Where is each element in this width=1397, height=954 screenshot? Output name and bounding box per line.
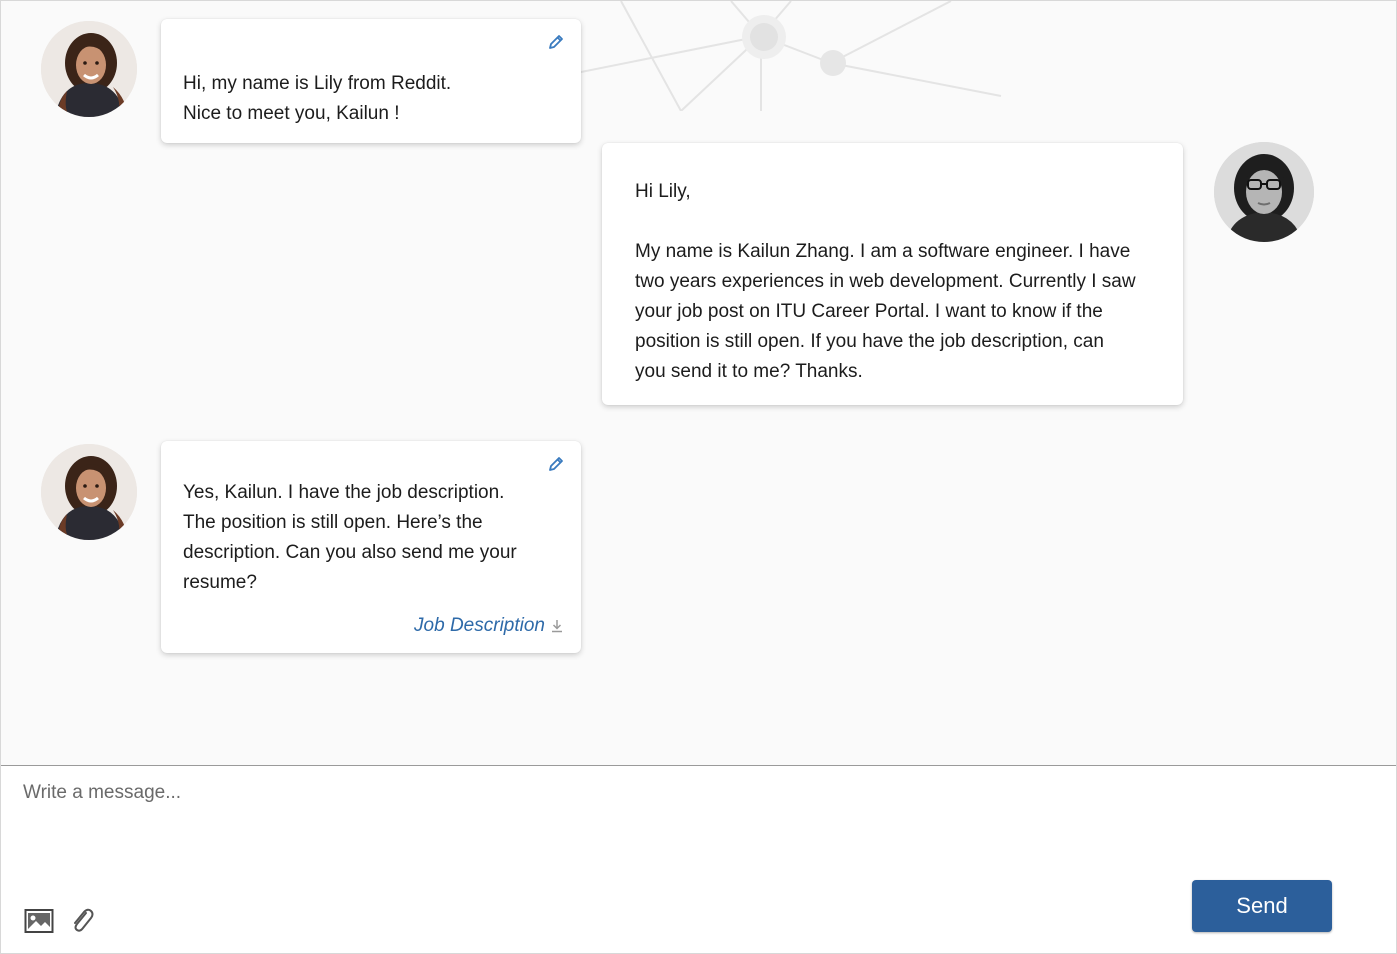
message-text: position is still open. If you have the … bbox=[635, 331, 1104, 352]
avatar-kailun-portrait bbox=[1214, 142, 1314, 242]
message-greeting: Hi Lily, bbox=[635, 181, 691, 202]
message-text: Nice to meet you, Kailun ! bbox=[183, 103, 400, 124]
message-text: you send it to me? Thanks. bbox=[635, 361, 863, 382]
message-text: resume? bbox=[183, 572, 257, 593]
avatar-kailun bbox=[1214, 142, 1314, 242]
attachment-label: Job Description bbox=[414, 615, 545, 636]
message-thread: Hi, my name is Lily from Reddit. Nice to… bbox=[1, 1, 1396, 765]
avatar-lily-portrait bbox=[41, 21, 137, 117]
message-text: description. Can you also send me your bbox=[183, 542, 517, 563]
avatar-lily-portrait bbox=[41, 444, 137, 540]
image-icon[interactable] bbox=[24, 908, 54, 934]
message-bubble-incoming: Hi, my name is Lily from Reddit. Nice to… bbox=[161, 19, 581, 143]
message-bubble-incoming: Yes, Kailun. I have the job description.… bbox=[161, 441, 581, 653]
message-text: My name is Kailun Zhang. I am a software… bbox=[635, 241, 1131, 262]
download-icon bbox=[552, 620, 562, 633]
message-bubble-outgoing: Hi Lily, My name is Kailun Zhang. I am a… bbox=[602, 143, 1183, 405]
send-button[interactable]: Send bbox=[1192, 880, 1332, 932]
message-text: The position is still open. Here’s the bbox=[183, 512, 483, 533]
edit-pencil-icon[interactable] bbox=[547, 455, 565, 473]
avatar-lily bbox=[41, 444, 137, 540]
message-text: Hi, my name is Lily from Reddit. bbox=[183, 73, 452, 94]
avatar-lily bbox=[41, 21, 137, 117]
chat-window: Hi, my name is Lily from Reddit. Nice to… bbox=[0, 0, 1397, 954]
edit-pencil-icon[interactable] bbox=[547, 33, 565, 51]
message-composer: Send bbox=[1, 765, 1396, 953]
message-text: two years experiences in web development… bbox=[635, 271, 1136, 292]
message-input[interactable] bbox=[21, 780, 1365, 874]
paperclip-icon[interactable] bbox=[69, 906, 95, 936]
job-description-attachment-link[interactable]: Job Description bbox=[414, 611, 563, 641]
message-text: your job post on ITU Career Portal. I wa… bbox=[635, 301, 1103, 322]
background-network-decoration bbox=[561, 1, 1002, 111]
message-text: Yes, Kailun. I have the job description. bbox=[183, 482, 505, 503]
